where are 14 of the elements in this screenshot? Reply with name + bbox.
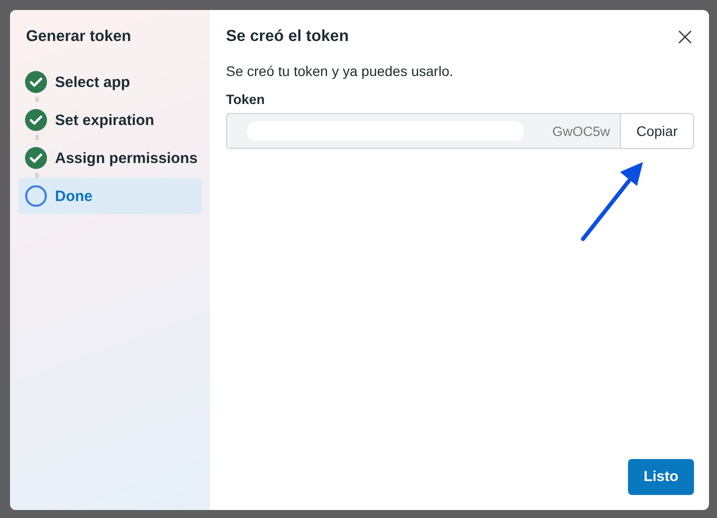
field-label: Token [226, 92, 266, 107]
sidebar-title: Generar token [25, 28, 132, 46]
done-button[interactable]: Listo [628, 459, 694, 495]
message-text: Se creó tu token y ya puedes usarlo. [226, 63, 454, 79]
step-item[interactable]: Select app [18, 64, 202, 100]
close-icon [678, 30, 692, 44]
step-item[interactable]: Set expiration [18, 102, 202, 138]
copy-button[interactable]: Copiar [620, 113, 694, 149]
token-field[interactable]: GwOC5w [226, 113, 620, 149]
step-item[interactable]: Assign permissions [18, 140, 202, 176]
close-button[interactable] [676, 28, 694, 46]
token-text: GwOC5w [552, 124, 610, 138]
dialog-title: Se creó el token [226, 28, 349, 46]
step-item[interactable]: Done [18, 178, 202, 214]
